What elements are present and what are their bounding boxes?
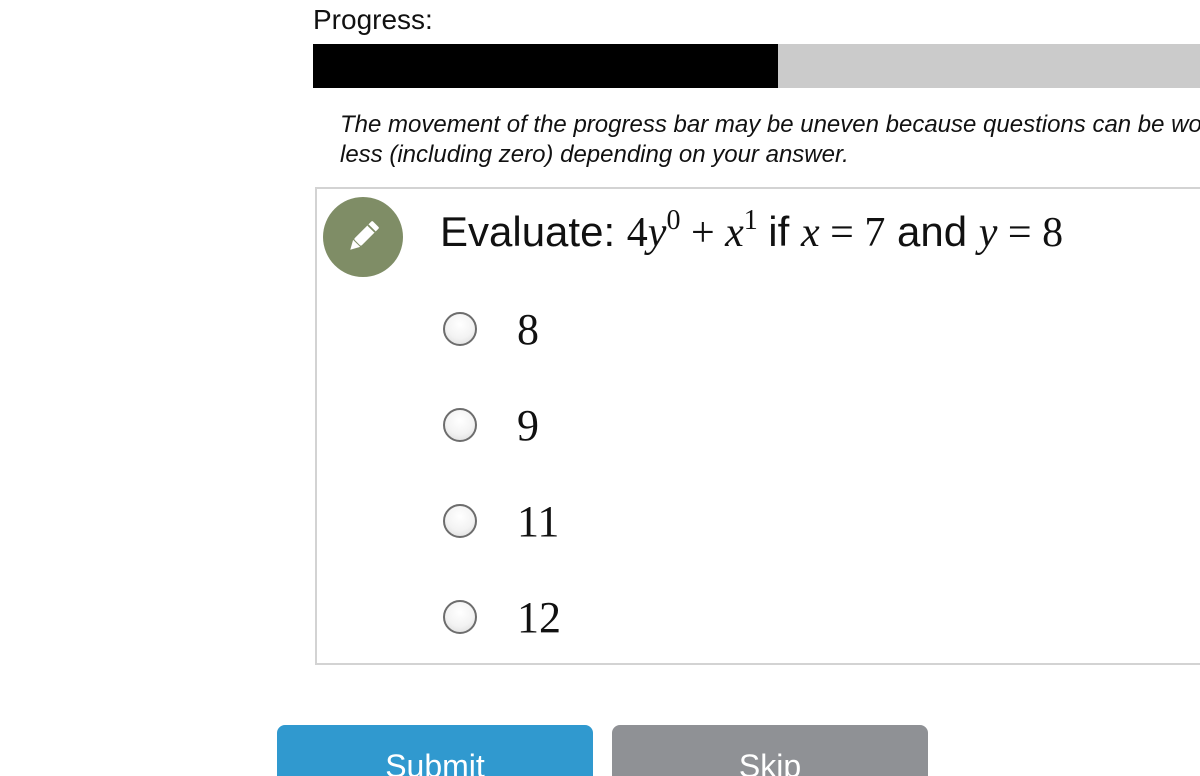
progress-bar: [313, 44, 1200, 88]
answer-option-label: 12: [517, 592, 561, 642]
expr-exp-0: 0: [666, 205, 681, 236]
cond-val-y: 8: [1042, 210, 1064, 256]
expr-var-y: y: [647, 210, 667, 256]
answer-option[interactable]: 8: [443, 304, 539, 354]
submit-button[interactable]: Submit: [277, 725, 593, 776]
quiz-page: Progress: The movement of the progress b…: [0, 0, 1200, 776]
question-prompt: Evaluate: 4y0 + x1 if x = 7 and y = 8: [440, 207, 1063, 257]
skip-button[interactable]: Skip: [612, 725, 928, 776]
answer-option-label: 11: [517, 496, 560, 546]
radio-button[interactable]: [443, 504, 477, 538]
answer-option[interactable]: 12: [443, 592, 561, 642]
expr-plus: +: [690, 210, 715, 256]
answer-option-label: 8: [517, 304, 539, 354]
cond-eq-y: =: [1007, 210, 1032, 256]
progress-bar-fill: [313, 44, 778, 88]
progress-label: Progress:: [313, 4, 433, 35]
radio-button[interactable]: [443, 600, 477, 634]
answer-option[interactable]: 11: [443, 496, 559, 546]
cond-eq-x: =: [830, 210, 854, 256]
question-prefix: Evaluate:: [440, 208, 616, 255]
cond-val-x: 7: [864, 210, 886, 256]
pencil-icon-glyph: [350, 221, 379, 250]
answer-option-label: 9: [517, 400, 539, 450]
progress-note: The movement of the progress bar may be …: [340, 111, 1200, 168]
expr-coef: 4: [626, 210, 648, 256]
radio-button[interactable]: [443, 408, 477, 442]
if-word: if: [768, 208, 790, 255]
expr-var-x: x: [725, 210, 744, 256]
pencil-icon: [323, 197, 403, 277]
answer-option[interactable]: 9: [443, 400, 539, 450]
cond-var-x: x: [800, 210, 820, 256]
condition-y: y = 8: [979, 210, 1063, 256]
question-expression: 4y0 + x1: [626, 207, 769, 257]
expr-exp-1: 1: [743, 205, 758, 236]
condition-x: x = 7: [801, 210, 885, 256]
and-word: and: [896, 208, 968, 255]
radio-button[interactable]: [443, 312, 477, 346]
cond-var-y: y: [978, 210, 998, 256]
